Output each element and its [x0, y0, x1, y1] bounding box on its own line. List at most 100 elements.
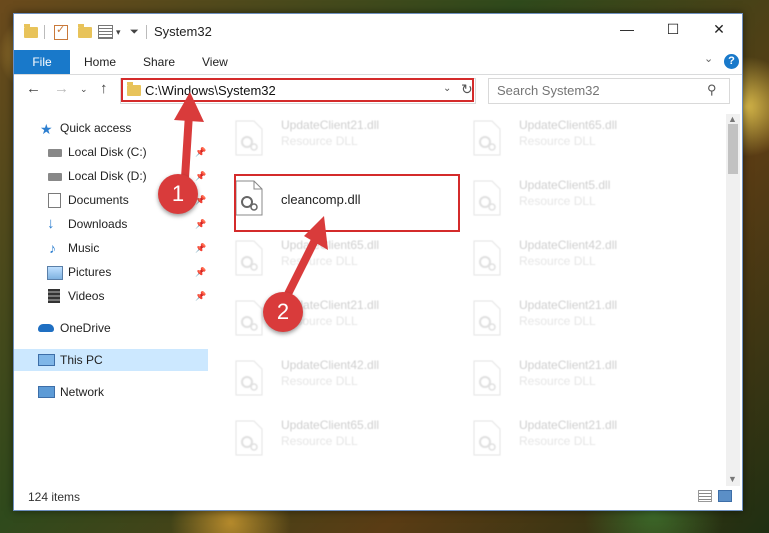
tab-share[interactable]: Share — [143, 50, 175, 74]
address-bar[interactable]: C:\Windows\System32 ⌄ ↻ — [120, 78, 476, 104]
tab-view[interactable]: View — [202, 50, 228, 74]
computer-icon — [38, 354, 55, 366]
details-view-icon[interactable] — [698, 490, 712, 502]
maximize-button[interactable]: ☐ — [650, 14, 696, 44]
search-box[interactable]: ⚲ — [488, 78, 730, 104]
close-button[interactable]: ✕ — [696, 14, 742, 44]
separator — [44, 24, 45, 40]
file-type: Resource DLL — [519, 254, 596, 268]
address-dropdown-chevron-icon[interactable]: ⌄ — [443, 83, 451, 94]
pin-icon[interactable]: 📌 — [195, 165, 206, 187]
file-item[interactable]: UpdateClient21.dll Resource DLL — [229, 114, 459, 168]
pin-icon[interactable]: 📌 — [195, 285, 206, 307]
vertical-scrollbar[interactable]: ▲ ▼ — [726, 114, 740, 486]
file-type: Resource DLL — [281, 434, 358, 448]
tab-file[interactable]: File — [14, 50, 70, 74]
properties-icon[interactable] — [98, 24, 113, 40]
title-separator — [146, 24, 147, 40]
nav-item-music[interactable]: ♪ Music 📌 — [14, 237, 208, 259]
cloud-icon — [38, 324, 54, 332]
nav-item-downloads[interactable]: ↓ Downloads 📌 — [14, 213, 208, 235]
pin-icon[interactable]: 📌 — [195, 213, 206, 235]
file-item[interactable]: UpdateClient21.dll Resource DLL — [229, 294, 459, 348]
minimize-button[interactable]: — — [604, 14, 650, 44]
file-item[interactable]: UpdateClient65.dll Resource DLL — [467, 114, 697, 168]
file-item[interactable]: UpdateClient21.dll Resource DLL — [467, 294, 697, 348]
nav-item-this-pc[interactable]: This PC — [14, 349, 208, 371]
recent-locations-chevron-icon[interactable]: ⌄ — [80, 84, 88, 95]
nav-item-pictures[interactable]: Pictures 📌 — [14, 261, 208, 283]
nav-item-label: Network — [60, 385, 105, 399]
file-name: UpdateClient21.dll — [281, 118, 380, 132]
file-item[interactable]: UpdateClient5.dll Resource DLL — [467, 174, 697, 228]
dll-file-icon — [235, 120, 263, 156]
nav-item-label: Local Disk (D:) — [68, 169, 147, 183]
file-item[interactable]: UpdateClient42.dll Resource DLL — [467, 234, 697, 288]
back-arrow-icon[interactable]: ← — [26, 80, 41, 97]
file-name: UpdateClient65.dll — [519, 118, 618, 132]
search-icon[interactable]: ⚲ — [707, 82, 717, 98]
file-type: Resource DLL — [519, 434, 596, 448]
videos-icon — [48, 289, 60, 303]
file-item[interactable]: UpdateClient21.dll Resource DLL — [467, 414, 697, 468]
music-icon: ♪ — [49, 240, 56, 256]
pin-icon[interactable]: 📌 — [195, 261, 206, 283]
network-icon — [38, 386, 55, 398]
item-count: 124 items — [28, 490, 81, 504]
address-path[interactable]: C:\Windows\System32 — [145, 83, 276, 98]
file-item[interactable]: UpdateClient65.dll Resource DLL — [229, 234, 459, 288]
file-item-cleancomp[interactable]: cleancomp.dll — [229, 174, 459, 228]
nav-item-label: Local Disk (C:) — [68, 145, 147, 159]
qa-customize-chevron-icon[interactable]: ▾ — [116, 24, 121, 40]
qa-dropdown-icon[interactable]: ⏷ — [130, 24, 139, 40]
nav-item-label: OneDrive — [60, 321, 111, 335]
file-name: UpdateClient21.dll — [519, 298, 618, 312]
file-name: UpdateClient65.dll — [281, 418, 380, 432]
file-name: UpdateClient5.dll — [519, 178, 611, 192]
dll-file-icon — [473, 300, 501, 336]
scroll-thumb[interactable] — [728, 124, 738, 174]
nav-item-videos[interactable]: Videos 📌 — [14, 285, 208, 307]
pin-icon[interactable]: 📌 — [195, 237, 206, 259]
nav-item-label: Downloads — [68, 217, 128, 231]
forward-arrow-icon[interactable]: → — [54, 80, 69, 97]
tab-home[interactable]: Home — [84, 50, 116, 74]
file-item[interactable]: UpdateClient42.dll Resource DLL — [229, 354, 459, 408]
nav-item-label: Music — [68, 241, 100, 255]
file-item[interactable]: UpdateClient21.dll Resource DLL — [467, 354, 697, 408]
nav-item-onedrive[interactable]: OneDrive — [14, 317, 208, 339]
nav-item-quick-access[interactable]: ★ Quick access — [14, 117, 208, 139]
step-badge-1: 1 — [158, 174, 198, 214]
nav-item-network[interactable]: Network — [14, 381, 208, 403]
scroll-down-icon[interactable]: ▼ — [728, 474, 737, 484]
file-item[interactable]: UpdateClient65.dll Resource DLL — [229, 414, 459, 468]
refresh-icon[interactable]: ↻ — [461, 81, 475, 98]
properties-check-icon[interactable] — [54, 23, 68, 40]
dll-file-icon — [235, 180, 263, 216]
ribbon-collapse-chevron-icon[interactable]: ⌄ — [704, 52, 713, 65]
file-name: UpdateClient42.dll — [281, 358, 380, 372]
dll-file-icon — [473, 420, 501, 456]
drive-icon — [48, 173, 62, 181]
pin-icon[interactable]: 📌 — [195, 141, 206, 163]
nav-item-label: Documents — [68, 193, 129, 207]
file-type: Resource DLL — [519, 374, 596, 388]
file-type: Resource DLL — [281, 254, 358, 268]
scroll-up-icon[interactable]: ▲ — [728, 114, 737, 124]
step-badge-2: 2 — [263, 292, 303, 332]
help-icon[interactable]: ? — [724, 54, 739, 69]
file-name: UpdateClient21.dll — [519, 358, 618, 372]
large-icons-view-icon[interactable] — [718, 490, 732, 502]
new-folder-icon[interactable] — [78, 23, 92, 40]
navigation-pane: ★ Quick access Local Disk (C:) 📌 Local D… — [14, 114, 208, 484]
ribbon: File Home Share View ⌄ ? — [14, 50, 742, 75]
up-arrow-icon[interactable]: ↑ — [100, 80, 108, 97]
file-type: Resource DLL — [281, 374, 358, 388]
pictures-icon — [47, 266, 63, 280]
dll-file-icon — [473, 360, 501, 396]
file-name: UpdateClient65.dll — [281, 238, 380, 252]
folder-icon[interactable] — [24, 23, 38, 40]
search-input[interactable] — [495, 82, 707, 99]
nav-item-local-disk-c[interactable]: Local Disk (C:) 📌 — [14, 141, 208, 163]
dll-file-icon — [473, 120, 501, 156]
